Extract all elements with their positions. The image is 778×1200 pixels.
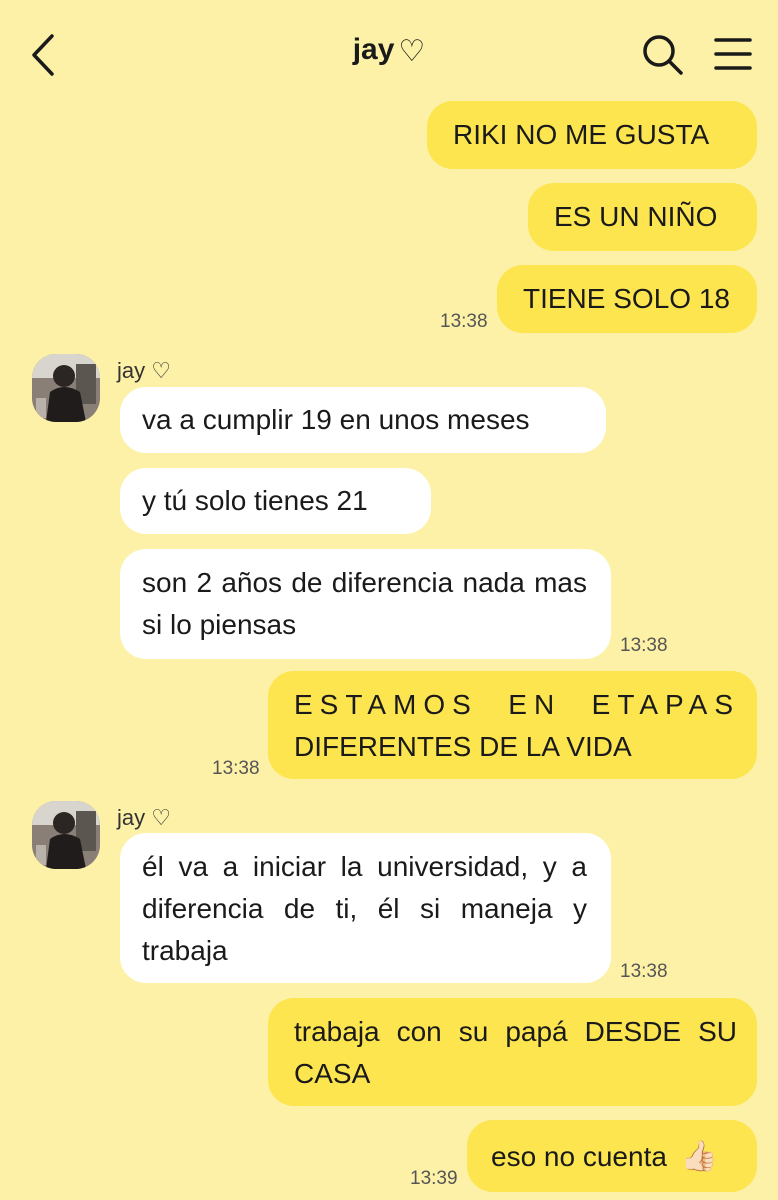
outgoing-message-bubble[interactable]: ESTAMOS EN ETAPAS DIFERENTES DE LA VIDA — [268, 671, 757, 779]
message-text: DIFERENTES DE LA VIDA — [294, 731, 632, 762]
incoming-message-bubble[interactable]: y tú solo tienes 21 — [120, 468, 431, 534]
message-text: son 2 años de diferencia nada mas si lo … — [142, 567, 587, 640]
message-text: trabaja con su papá DESDE SU CASA — [294, 1016, 737, 1089]
avatar[interactable] — [32, 354, 100, 422]
incoming-message-bubble[interactable]: son 2 años de diferencia nada mas si lo … — [120, 549, 611, 659]
chat-title-text: jay — [352, 33, 395, 66]
message-text: y tú solo tienes 21 — [142, 485, 368, 516]
message-timestamp: 13:38 — [212, 758, 260, 779]
incoming-message-bubble[interactable]: él va a iniciar la universidad, y a dife… — [120, 833, 611, 983]
outgoing-message-bubble[interactable]: RIKI NO ME GUSTA — [427, 101, 757, 169]
incoming-message-bubble[interactable]: va a cumplir 19 en unos meses — [120, 387, 606, 453]
search-icon[interactable] — [640, 32, 686, 78]
chat-header: jay ♡ — [0, 0, 778, 110]
message-text: va a cumplir 19 en unos meses — [142, 404, 530, 435]
message-text: ESTAMOS EN ETAPAS — [294, 689, 740, 720]
message-text: TIENE SOLO 18 — [523, 283, 730, 314]
message-text: ES UN NIÑO — [554, 201, 718, 232]
message-timestamp: 13:38 — [620, 635, 668, 656]
message-text: RIKI NO ME GUSTA — [453, 119, 710, 150]
outgoing-message-bubble[interactable]: TIENE SOLO 18 — [497, 265, 757, 333]
message-timestamp: 13:38 — [440, 311, 488, 332]
message-timestamp: 13:38 — [620, 961, 668, 982]
sender-name: jay ♡ — [117, 805, 171, 830]
sender-name: jay ♡ — [117, 358, 171, 383]
message-timestamp: 13:39 — [410, 1168, 458, 1189]
outgoing-message-bubble[interactable]: trabaja con su papá DESDE SU CASA — [268, 998, 757, 1106]
message-text: eso no cuenta — [491, 1141, 667, 1172]
avatar[interactable] — [32, 801, 100, 869]
menu-icon[interactable] — [710, 34, 756, 74]
outgoing-message-bubble[interactable]: eso no cuenta 👍🏻 — [467, 1120, 757, 1192]
message-text: él va a iniciar la universidad, y a dife… — [142, 851, 587, 966]
heart-icon: ♡ — [398, 35, 426, 68]
outgoing-message-bubble[interactable]: ES UN NIÑO — [528, 183, 757, 251]
thumbs-up-icon: 👍🏻 — [680, 1140, 719, 1173]
